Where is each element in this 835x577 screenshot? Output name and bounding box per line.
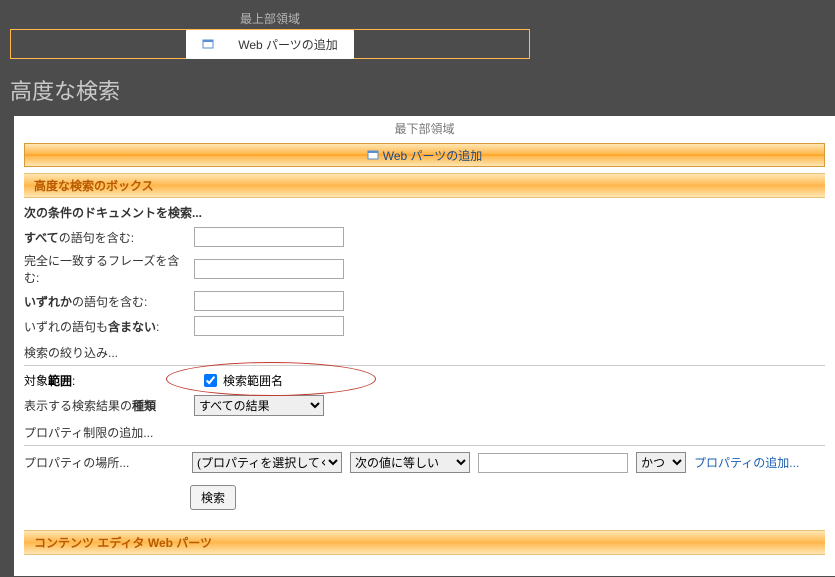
exact-phrase-label: 完全に一致するフレーズを含む: [24, 252, 184, 286]
add-webpart-button-top[interactable]: Web パーツの追加 [10, 29, 530, 59]
scope-checkbox[interactable] [204, 374, 217, 387]
result-type-label: 表示する検索結果の種類 [24, 397, 184, 414]
add-webpart-button-bottom[interactable]: Web パーツの追加 [24, 143, 825, 167]
page-title: 高度な検索 [10, 74, 825, 106]
result-type-row: 表示する検索結果の種類 すべての結果 [24, 395, 825, 416]
andor-select[interactable]: かつ [636, 452, 686, 473]
top-zone: 最上部領域 Web パーツの追加 [0, 0, 835, 69]
property-value-input[interactable] [478, 453, 628, 473]
add-property-link[interactable]: プロパティの追加... [694, 454, 799, 471]
row-none-words: いずれの語句も含まない: [24, 316, 825, 336]
property-heading: プロパティ制限の追加... [24, 424, 825, 441]
row-exact-phrase: 完全に一致するフレーズを含む: [24, 252, 825, 286]
bottom-zone-label: 最下部領域 [14, 116, 835, 137]
search-button[interactable]: 検索 [190, 485, 236, 510]
scope-row: 対象範囲: 検索範囲名 [24, 372, 825, 389]
add-webpart-icon [367, 148, 379, 162]
any-words-label: いずれかの語句を含む: [24, 293, 184, 310]
scope-label: 対象範囲: [24, 372, 184, 389]
row-any-words: いずれかの語句を含む: [24, 291, 825, 311]
main-zone: 最下部領域 Web パーツの追加 高度な検索のボックス 次の条件のドキュメントを… [14, 116, 835, 576]
narrow-search-heading: 検索の絞り込み... [24, 344, 825, 361]
none-words-input[interactable] [194, 316, 344, 336]
any-words-input[interactable] [194, 291, 344, 311]
add-webpart-label: Web パーツの追加 [230, 33, 346, 56]
advanced-search-header: 高度な検索のボックス [24, 173, 825, 198]
result-type-select[interactable]: すべての結果 [194, 395, 324, 416]
divider [24, 445, 825, 446]
advanced-search-form: 次の条件のドキュメントを検索... すべての語句を含む: 完全に一致するフレーズ… [24, 204, 825, 510]
property-row: プロパティの場所... (プロパティを選択してください) 次の値に等しい かつ … [24, 452, 825, 473]
all-words-label: すべての語句を含む: [24, 229, 184, 246]
operator-select[interactable]: 次の値に等しい [350, 452, 470, 473]
scope-checkbox-label: 検索範囲名 [223, 372, 283, 389]
content-editor-header: コンテンツ エディタ Web パーツ [24, 530, 825, 555]
property-select[interactable]: (プロパティを選択してください) [192, 452, 342, 473]
row-all-words: すべての語句を含む: [24, 227, 825, 247]
exact-phrase-input[interactable] [194, 259, 344, 279]
add-webpart-icon [194, 34, 222, 54]
property-where-label: プロパティの場所... [24, 454, 184, 471]
find-docs-label: 次の条件のドキュメントを検索... [24, 204, 825, 221]
top-zone-label: 最上部領域 [10, 10, 530, 27]
divider [24, 365, 825, 366]
add-webpart-label: Web パーツの追加 [383, 147, 483, 164]
none-words-label: いずれの語句も含まない: [24, 318, 184, 335]
all-words-input[interactable] [194, 227, 344, 247]
